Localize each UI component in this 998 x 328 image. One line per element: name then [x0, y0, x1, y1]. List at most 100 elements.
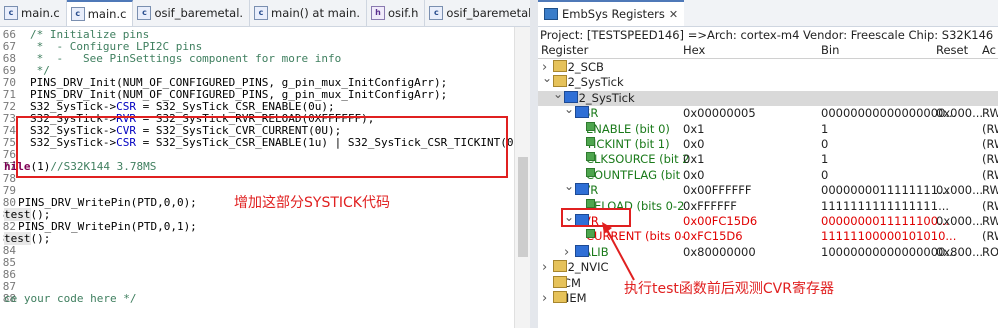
register-icon	[564, 90, 578, 103]
collapse-chevron-icon[interactable]: ⌄	[542, 71, 552, 86]
column-header-hex[interactable]: Hex	[683, 43, 705, 57]
expand-chevron-icon[interactable]: ›	[542, 291, 547, 306]
register-acc-cell: RW	[982, 106, 998, 121]
register-hex-cell: 0x1	[683, 152, 705, 167]
register-bin-cell: 0000000011111111...	[821, 183, 950, 198]
register-name-cell: COUNTFLAG (bit	[586, 167, 680, 183]
register-hex-cell: 0x1	[683, 121, 705, 136]
peripheral-folder-icon	[553, 60, 567, 72]
highlight-box-systick-code	[16, 116, 508, 178]
register-reset-cell: 0x000...	[936, 214, 984, 228]
collapse-chevron-icon[interactable]: ⌄	[553, 87, 563, 102]
c-file-icon: c	[70, 7, 85, 21]
register-bin-cell: 0000000011111100...	[821, 214, 950, 228]
registers-tab-bar: EmbSys Registers ✕	[538, 0, 998, 27]
register-name-cell: CLKSOURCE (bit 2	[586, 152, 690, 167]
scrollbar-thumb[interactable]	[518, 157, 528, 257]
register-row-enable-bit-0[interactable]: ENABLE (bit 0) 0x1 1 (RW	[538, 121, 998, 137]
register-acc-cell: (RW	[982, 167, 998, 182]
register-row-s32-scb[interactable]: › S32_SCB	[538, 60, 998, 75]
expand-chevron-icon[interactable]: ›	[542, 260, 547, 275]
bitfield-icon	[586, 121, 595, 131]
register-row-rvr[interactable]: ⌄RVR 0x00FFFFFF 0000000011111111...0x000..…	[538, 179, 998, 198]
register-bin-cell: 1111111111111111...	[821, 198, 950, 213]
registers-icon	[544, 8, 558, 20]
column-header-register[interactable]: Register	[541, 43, 588, 57]
bitfield-icon	[586, 137, 595, 146]
register-acc-cell: (RW	[982, 121, 998, 136]
c-file-icon: c	[4, 6, 18, 20]
tab-label: main() at main.	[271, 6, 361, 20]
register-name-cell: RVR	[575, 183, 598, 198]
register-hex-cell: 0x80000000	[683, 244, 756, 259]
register-row-clksource-bit-2[interactable]: CLKSOURCE (bit 20x1 1 (RW	[538, 152, 998, 167]
c-file-icon: c	[254, 6, 269, 20]
register-name-cell: MCM	[553, 275, 581, 291]
register-row-s32-systick[interactable]: ⌄ S32_SysTick	[538, 87, 998, 106]
tab-4[interactable]: h osif.h	[367, 0, 426, 26]
pane-divider[interactable]	[530, 0, 538, 328]
register-row-s32-systick[interactable]: ⌄ S32_SysTick	[538, 71, 998, 90]
register-bin-cell: 0	[821, 167, 829, 182]
code-text: * - See PinSettings component for more i…	[30, 52, 342, 65]
register-name-cell: ENABLE (bit 0)	[586, 121, 670, 137]
registers-tab-label: EmbSys Registers	[562, 7, 665, 21]
register-row-csr[interactable]: ⌄CSR0x0000000500000000000000000...0x000.…	[538, 102, 998, 121]
annotation-arrow	[602, 222, 635, 281]
register-row-tickint-bit-1[interactable]: TICKINT (bit 1) 0x0 0 (RW	[538, 137, 998, 152]
tab-label: osif_baremetal.	[446, 6, 530, 20]
collapse-chevron-icon[interactable]: ⌄	[564, 102, 574, 117]
tab-5[interactable]: c osif_baremetal.	[425, 0, 530, 26]
register-icon	[575, 244, 589, 257]
project-info-line: Project: [TESTSPEED146] =>Arch: cortex-m…	[540, 28, 998, 42]
register-hex-cell: 0x00FFFFFF	[683, 183, 752, 198]
register-bin-cell: 1	[821, 152, 829, 167]
register-acc-cell: (RW	[982, 198, 998, 213]
editor-vertical-scrollbar[interactable]	[514, 27, 530, 328]
register-name-cell: S32_SCB	[553, 60, 604, 75]
column-header-reset[interactable]: Reset	[936, 43, 968, 57]
register-name-cell: TICKINT (bit 1)	[586, 137, 670, 152]
register-name-cell: S32_SysTick	[553, 75, 624, 90]
register-reset-cell: 0x800...	[936, 244, 984, 259]
bitfield-icon	[586, 198, 595, 208]
column-header-bin[interactable]: Bin	[821, 43, 839, 57]
tab-label: osif_baremetal.	[154, 6, 244, 20]
annotation-add-systick-code: 增加这部分SYSTICK代码	[234, 195, 390, 211]
peripheral-folder-icon	[553, 260, 567, 273]
register-bin-cell: 0	[821, 137, 829, 151]
register-hex-cell: 0x00FC15D6	[683, 214, 758, 228]
peripheral-folder-icon	[553, 291, 567, 303]
register-row-countflag-bit[interactable]: COUNTFLAG (bit0x0 0 (RW	[538, 167, 998, 183]
column-header-access[interactable]: Ac	[982, 43, 996, 57]
register-reset-cell: 0x000...	[936, 106, 984, 121]
peripheral-folder-icon	[553, 275, 567, 288]
tab-0[interactable]: c main.c	[0, 0, 67, 26]
c-file-icon: c	[429, 6, 444, 20]
register-name: ENABLE (bit 0)	[586, 121, 670, 136]
register-acc-cell: RW	[982, 183, 998, 198]
register-acc-cell: (RW	[982, 137, 998, 151]
collapse-chevron-icon[interactable]: ⌄	[564, 179, 574, 194]
register-hex-cell: 0x0	[683, 167, 705, 182]
register-bin-cell: 11111100000101010...	[821, 229, 957, 244]
register-name: CLKSOURCE (bit 2	[586, 152, 690, 167]
register-name: TICKINT (bit 1)	[586, 137, 670, 151]
tab-2[interactable]: c osif_baremetal.	[133, 0, 251, 26]
code-text: ce your code here */	[4, 292, 137, 305]
register-table-header: Register Hex Bin Reset Ac	[538, 42, 998, 59]
tab-label: osif.h	[388, 6, 419, 20]
register-acc-cell: (RW	[982, 229, 998, 244]
tab-embsys-registers[interactable]: EmbSys Registers ✕	[538, 0, 685, 26]
bitfield-icon	[586, 167, 595, 177]
tab-1[interactable]: c main.c	[66, 0, 134, 26]
peripheral-folder-icon	[553, 75, 567, 88]
editor-tab-bar: c main.c c main.c c osif_baremetal. c main() at…	[0, 0, 530, 27]
expand-chevron-icon[interactable]: ›	[564, 245, 569, 260]
close-icon[interactable]: ✕	[669, 8, 678, 21]
code-editor-pane: c main.c c main.c c osif_baremetal. c main() at…	[0, 0, 530, 328]
tab-3[interactable]: c main() at main.	[250, 0, 368, 26]
register-bin-cell: 1	[821, 121, 829, 136]
tab-label: main.c	[87, 7, 127, 21]
register-acc-cell: RO	[982, 244, 998, 259]
